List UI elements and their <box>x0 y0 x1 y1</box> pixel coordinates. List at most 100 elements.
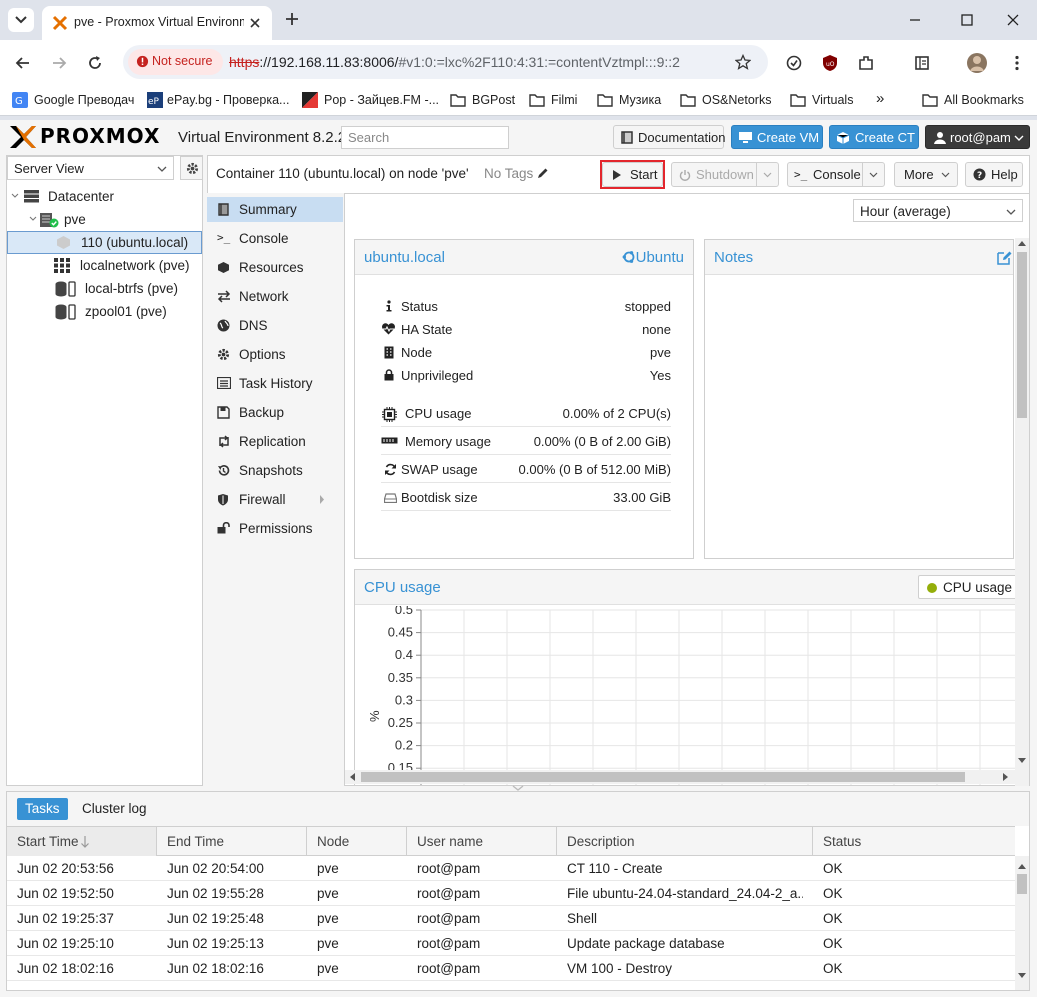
scroll-down-icon[interactable] <box>1018 973 1026 979</box>
menu-firewall[interactable]: Firewall <box>207 487 343 512</box>
menu-replication[interactable]: Replication <box>207 429 343 454</box>
column-node[interactable]: Node <box>307 827 407 856</box>
create-vm-button[interactable]: Create VM <box>731 125 823 149</box>
table-cell: OK <box>823 936 843 951</box>
security-chip[interactable]: Not secure <box>128 49 223 75</box>
table-row[interactable]: Jun 02 19:52:50 Jun 02 19:55:28 pve root@pa… <box>7 881 1015 906</box>
container-stopped-icon <box>57 236 70 249</box>
tree-node-container-110[interactable]: 110 (ubuntu.local) <box>7 231 202 254</box>
menu-options[interactable]: Options <box>207 342 343 367</box>
back-icon[interactable] <box>14 54 32 72</box>
gear-icon <box>186 162 199 175</box>
menu-backup[interactable]: Backup <box>207 400 343 425</box>
chevron-right-icon[interactable] <box>319 495 325 504</box>
table-row[interactable]: Jun 02 18:02:16 Jun 02 18:02:16 pve root@pa… <box>7 956 1015 981</box>
menu-console[interactable]: >_ Console <box>207 226 343 251</box>
table-row[interactable]: Jun 02 19:25:37 Jun 02 19:25:48 pve root@pa… <box>7 906 1015 931</box>
view-selector[interactable]: Server View <box>7 156 174 180</box>
content-horizontal-scrollbar[interactable] <box>345 770 1015 784</box>
scroll-up-icon[interactable] <box>1018 863 1026 869</box>
tasks-scrollbar[interactable] <box>1015 856 1029 990</box>
tab-tasks[interactable]: Tasks <box>17 798 68 820</box>
tree-node-localnetwork[interactable]: localnetwork (pve) <box>7 254 202 277</box>
more-button[interactable]: More <box>894 162 958 187</box>
table-cell: Jun 02 20:54:00 <box>167 861 264 876</box>
summary-content: Hour (average) ubuntu.local Ubuntu Statu… <box>344 193 1030 786</box>
help-button[interactable]: ? Help <box>965 162 1023 187</box>
scroll-left-icon[interactable] <box>349 773 355 781</box>
scroll-down-icon[interactable] <box>1018 758 1026 764</box>
minimize-icon[interactable] <box>908 13 922 27</box>
url-text[interactable]: https://192.168.11.83:8006/#v1:0:=lxc%2F… <box>229 54 680 70</box>
browser-tab[interactable]: pve - Proxmox Virtual Environm <box>42 6 272 40</box>
menu-permissions[interactable]: Permissions <box>207 516 343 541</box>
menu-snapshots[interactable]: Snapshots <box>207 458 343 483</box>
tree-settings-button[interactable] <box>180 156 203 180</box>
table-cell: OK <box>823 961 843 976</box>
column-start-time[interactable]: Start Time <box>7 827 157 856</box>
tasks-scroll-thumb[interactable] <box>1017 874 1027 894</box>
more-bookmarks-button[interactable]: » <box>876 90 884 107</box>
table-cell: Jun 02 19:25:10 <box>17 936 114 951</box>
resource-tree: Server View Datacenter pve 110 (ubuntu.l… <box>6 155 203 786</box>
tree-node-datacenter[interactable]: Datacenter <box>7 185 202 208</box>
refresh-icon <box>385 463 396 476</box>
maximize-icon[interactable] <box>960 13 974 27</box>
forward-icon[interactable] <box>50 54 68 72</box>
hdd-icon <box>384 493 397 503</box>
tree-node-local-btrfs[interactable]: local-btrfs (pve) <box>7 277 202 300</box>
extension-sync-icon[interactable] <box>785 54 803 72</box>
folder-icon <box>450 94 466 107</box>
reload-icon[interactable] <box>86 54 104 72</box>
menu-dns[interactable]: DNS <box>207 313 343 338</box>
extensions-puzzle-icon[interactable] <box>857 54 875 72</box>
menu-kebab-icon[interactable] <box>1008 54 1026 72</box>
ublock-icon[interactable]: uO <box>821 54 839 72</box>
search-input[interactable]: Search <box>341 126 509 149</box>
chart-legend-cpu[interactable]: CPU usage <box>918 575 1019 599</box>
pencil-icon[interactable] <box>537 167 549 179</box>
console-button[interactable]: >_ Console <box>787 162 885 187</box>
table-cell: Update package database <box>567 936 725 951</box>
time-range-selector[interactable]: Hour (average) <box>853 199 1023 222</box>
status-row-unprivileged: Unprivileged Yes <box>381 366 671 386</box>
table-cell: Jun 02 20:53:56 <box>17 861 114 876</box>
documentation-button[interactable]: Documentation <box>613 125 725 149</box>
content-vertical-scrollbar[interactable] <box>1015 238 1029 786</box>
column-user-name[interactable]: User name <box>407 827 557 856</box>
user-menu-button[interactable]: root@pam <box>925 125 1030 149</box>
column-end-time[interactable]: End Time <box>157 827 307 856</box>
tab-cluster-log[interactable]: Cluster log <box>74 798 155 820</box>
start-highlight <box>600 160 665 189</box>
tree-node-zpool01[interactable]: zpool01 (pve) <box>7 300 202 323</box>
shutdown-button[interactable]: Shutdown <box>671 162 779 187</box>
menu-task-history[interactable]: Task History <box>207 371 343 396</box>
legend-swatch <box>927 583 937 593</box>
new-tab-icon[interactable] <box>284 11 300 27</box>
menu-network[interactable]: Network <box>207 284 343 309</box>
scroll-up-icon[interactable] <box>1018 240 1026 246</box>
window-close-icon[interactable] <box>1006 13 1020 27</box>
tab-search-button[interactable] <box>8 8 34 32</box>
chevron-down-icon[interactable] <box>29 216 37 222</box>
horizontal-scroll-thumb[interactable] <box>361 772 965 782</box>
create-ct-button[interactable]: Create CT <box>829 125 919 149</box>
vertical-scroll-thumb[interactable] <box>1017 252 1027 418</box>
tags-area[interactable]: No Tags <box>484 166 549 181</box>
chevron-down-icon[interactable] <box>11 193 19 199</box>
address-bar[interactable]: Not secure https://192.168.11.83:8006/#v… <box>123 45 768 79</box>
profile-avatar-icon[interactable] <box>966 52 988 74</box>
menu-summary[interactable]: Summary <box>207 197 343 222</box>
tree-node-pve[interactable]: pve <box>7 208 202 231</box>
menu-resources[interactable]: Resources <box>207 255 343 280</box>
bookmark-star-icon[interactable] <box>735 54 751 70</box>
table-row[interactable]: Jun 02 19:25:10 Jun 02 19:25:13 pve root@pa… <box>7 931 1015 956</box>
column-description[interactable]: Description <box>557 827 813 856</box>
scroll-right-icon[interactable] <box>1003 773 1009 781</box>
table-row[interactable]: Jun 02 20:53:56 Jun 02 20:54:00 pve root@pa… <box>7 856 1015 881</box>
reading-list-icon[interactable] <box>913 54 931 72</box>
column-status[interactable]: Status <box>813 827 1015 856</box>
edit-icon[interactable] <box>997 250 1013 265</box>
close-icon[interactable] <box>249 17 261 29</box>
status-panel: ubuntu.local Ubuntu Status stopped HA St… <box>354 239 694 559</box>
